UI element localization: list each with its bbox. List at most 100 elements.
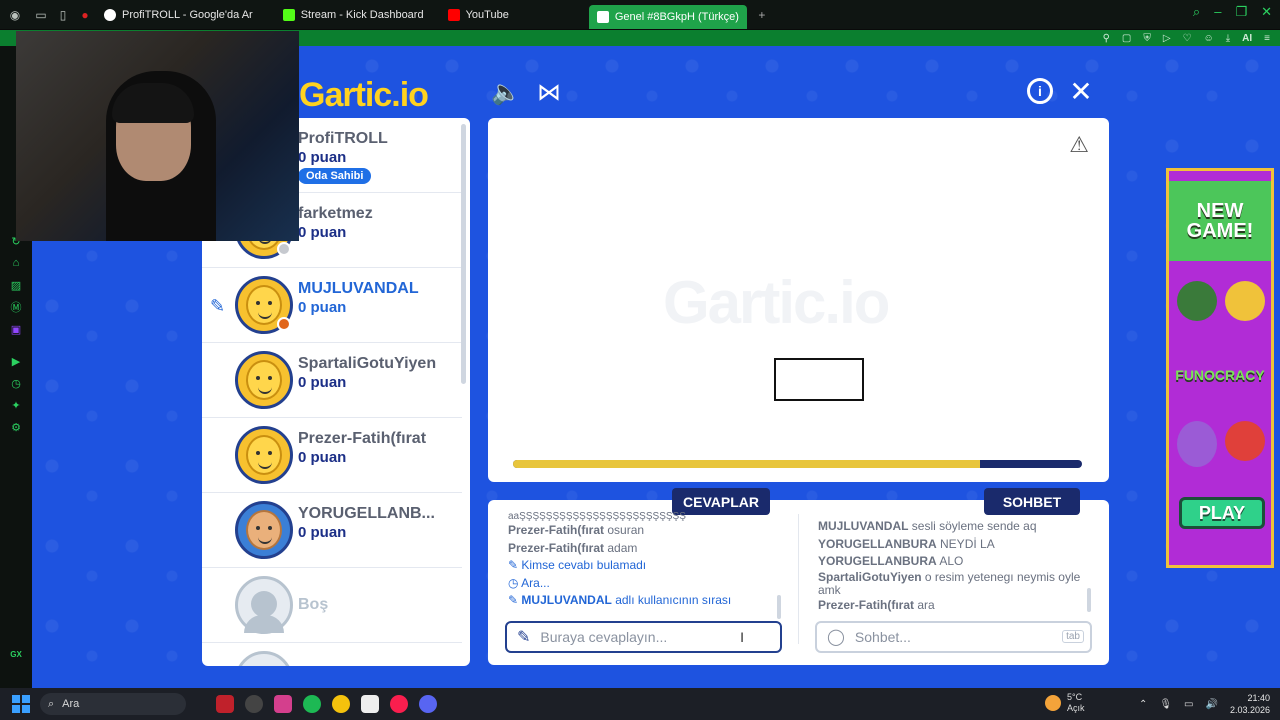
record-icon[interactable]: ● [74, 4, 96, 26]
close-room-icon[interactable]: ✕ [1066, 76, 1096, 107]
message-text: ara [917, 597, 935, 612]
player-row[interactable]: YORUGELLANB... 0 puan [202, 493, 462, 568]
sidebar-speed-icon[interactable]: ▨ [0, 274, 32, 296]
new-tab-button[interactable]: + [751, 4, 773, 26]
message-author: Prezer-Fatih(fırat [818, 597, 915, 612]
download-icon[interactable]: ⤓ [1226, 33, 1230, 44]
opera-gx-app-icon[interactable] [390, 695, 408, 713]
message-text: sesli söyleme sende aq [911, 519, 1037, 533]
search-icon[interactable]: ⌕ [1193, 4, 1200, 20]
ai-button[interactable]: AI [1242, 33, 1252, 44]
chevron-up-icon[interactable]: ⌃ [1139, 699, 1147, 710]
thumbs-up-character-icon [1177, 281, 1217, 321]
answers-scrollbar[interactable] [777, 595, 781, 619]
sound-icon[interactable]: 🔈 [491, 78, 521, 106]
microphone-icon[interactable]: 🎙 [1159, 699, 1172, 710]
ad-banner[interactable]: NEW GAME! FUNOCRACY PLAY [1166, 168, 1274, 568]
sidebar-extensions-icon[interactable]: ✦ [0, 394, 32, 416]
message-author: SpartaliGotuYiyen [818, 569, 922, 584]
minimize-icon[interactable]: – [1214, 4, 1221, 20]
system-text: adlı kullanıcının sırası [615, 593, 732, 607]
tab-label: ProfiTROLL - Google'da Ar [122, 8, 253, 21]
empty-avatar [235, 651, 293, 666]
video-editor-app-icon[interactable] [216, 695, 234, 713]
chat-list: MUJLUVANDAL sesli söyleme sende aq YORUG… [818, 518, 1088, 614]
drawing-canvas[interactable]: Gartic.io ⚠ [488, 118, 1109, 482]
status-dot [277, 317, 291, 331]
angry-character-icon [1225, 421, 1265, 461]
clock[interactable]: 21:40 2.03.2026 [1230, 692, 1270, 716]
player-name: YORUGELLANB... [298, 505, 435, 522]
chrome-app-icon[interactable] [332, 695, 350, 713]
player-list-scrollbar[interactable] [461, 124, 466, 384]
spotify-app-icon[interactable] [303, 695, 321, 713]
message-author: YORUGELLANBURA [818, 554, 937, 568]
document-icon[interactable]: ▯ [52, 4, 74, 26]
taskbar-search[interactable]: ⌕ Ara [40, 693, 186, 715]
network-icon[interactable]: ▭ [1184, 699, 1193, 710]
message-text: osuran [607, 523, 645, 537]
instagram-app-icon[interactable] [274, 695, 292, 713]
answer-placeholder: Buraya cevaplayın... [540, 629, 668, 645]
gartic-logo: Gartic.io [299, 76, 429, 114]
chat-input[interactable]: ◯ Sohbet... tab [815, 621, 1092, 653]
pin-icon[interactable]: ⚲ [1103, 33, 1110, 44]
player-name: MUJLUVANDAL [298, 280, 419, 297]
player-row-drawing[interactable]: ✎ MUJLUVANDAL 0 puan [202, 268, 462, 343]
obs-app-icon[interactable] [245, 695, 263, 713]
close-icon[interactable]: ✕ [1261, 4, 1272, 20]
weather-widget[interactable]: 5°C Açık [1045, 692, 1085, 714]
sidebar-m-icon[interactable]: Ⓜ [0, 296, 32, 318]
room-owner-badge: Oda Sahibi [298, 168, 372, 184]
player-row[interactable]: Prezer-Fatih(fırat 0 puan [202, 418, 462, 493]
player-score: 0 puan [298, 299, 347, 316]
sidebar-bot-icon[interactable]: ⌂ [0, 252, 32, 274]
maximize-icon[interactable]: ❐ [1235, 4, 1247, 20]
heart-icon[interactable]: ♡ [1183, 33, 1192, 44]
avatar [235, 426, 293, 484]
shield-icon[interactable]: ⛨ [1143, 33, 1151, 44]
menu-icon[interactable]: ≡ [1264, 33, 1270, 44]
sidebar-twitch-icon[interactable]: ▣ [0, 318, 32, 340]
system-message: ✎ Kimse cevabı bulamadı [508, 557, 788, 575]
surprised-character-icon [1225, 281, 1265, 321]
account-icon[interactable]: ☺ [1204, 33, 1214, 44]
start-button[interactable] [12, 695, 30, 713]
player-row-empty [202, 643, 462, 666]
player-row[interactable]: SpartaliGotuYiyen 0 puan [202, 343, 462, 418]
snapshot-icon[interactable]: ▢ [1122, 33, 1131, 44]
tab-youtube[interactable]: YouTube [440, 4, 517, 26]
play-icon[interactable]: ▷ [1163, 33, 1171, 44]
volume-icon[interactable]: 🔊 [1206, 699, 1218, 710]
message-text: NEYDİ LA [940, 536, 995, 551]
sidebar-settings-icon[interactable]: ⚙ [0, 416, 32, 438]
chat-placeholder: Sohbet... [854, 629, 911, 645]
answer-message: Prezer-Fatih(fırat adam [508, 540, 788, 558]
message-author: YORUGELLANBURA [818, 536, 937, 551]
sidebar-player-icon[interactable]: ▶ [0, 350, 32, 372]
gx-label: GX [10, 650, 22, 659]
ad-play-button[interactable]: PLAY [1179, 497, 1265, 529]
chat-scrollbar[interactable] [1087, 588, 1091, 612]
tab-overview-icon[interactable]: ▭ [30, 4, 52, 26]
opera-gx-menu-icon[interactable]: ◉ [4, 4, 26, 26]
tab-gartic[interactable]: Genel #8BGkpH (Türkçe) [588, 4, 747, 29]
avatar [235, 501, 293, 559]
discord-app-icon[interactable] [419, 695, 437, 713]
player-name: Prezer-Fatih(fırat [298, 430, 427, 447]
youtube-icon [447, 8, 460, 21]
info-icon[interactable]: i [1027, 78, 1053, 104]
tab-kick[interactable]: Stream - Kick Dashboard [275, 4, 432, 26]
webcam-overlay [16, 31, 299, 241]
capcut-app-icon[interactable] [361, 695, 379, 713]
tab-google[interactable]: ProfiTROLL - Google'da Ar [96, 4, 261, 26]
sidebar-history-icon[interactable]: ◷ [0, 372, 32, 394]
system-user: MUJLUVANDAL [521, 593, 612, 607]
share-icon[interactable]: ⋈ [535, 78, 563, 106]
system-message: ◷ Ara... [508, 575, 788, 593]
pencil-icon: ✎ [508, 558, 519, 572]
canvas-watermark: Gartic.io [663, 269, 890, 336]
answer-input[interactable]: ✎ Buraya cevaplayın... I [505, 621, 782, 653]
report-warning-icon[interactable]: ⚠ [1069, 132, 1089, 158]
tab-key-hint: tab [1062, 630, 1084, 643]
